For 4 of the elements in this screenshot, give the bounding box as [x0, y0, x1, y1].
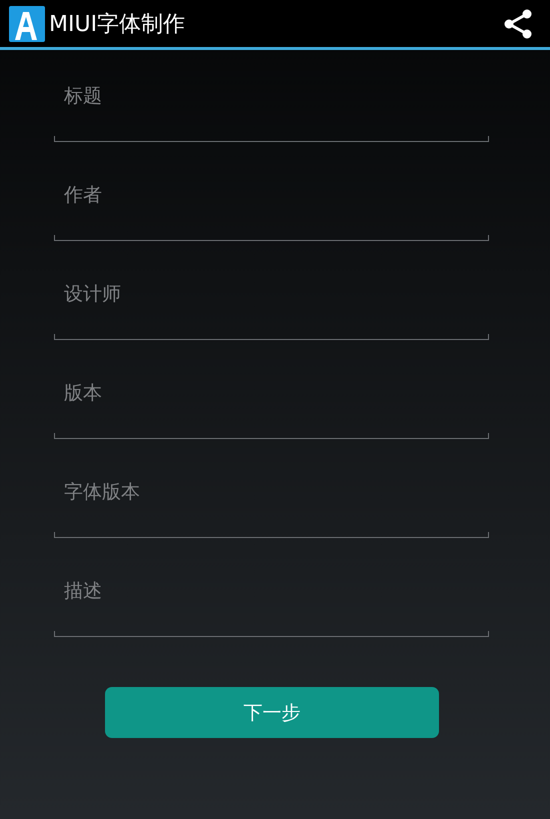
next-button[interactable]: 下一步 [105, 687, 439, 738]
app-icon [9, 6, 45, 42]
app-title: MIUI字体制作 [49, 10, 186, 38]
share-icon[interactable] [503, 8, 533, 40]
